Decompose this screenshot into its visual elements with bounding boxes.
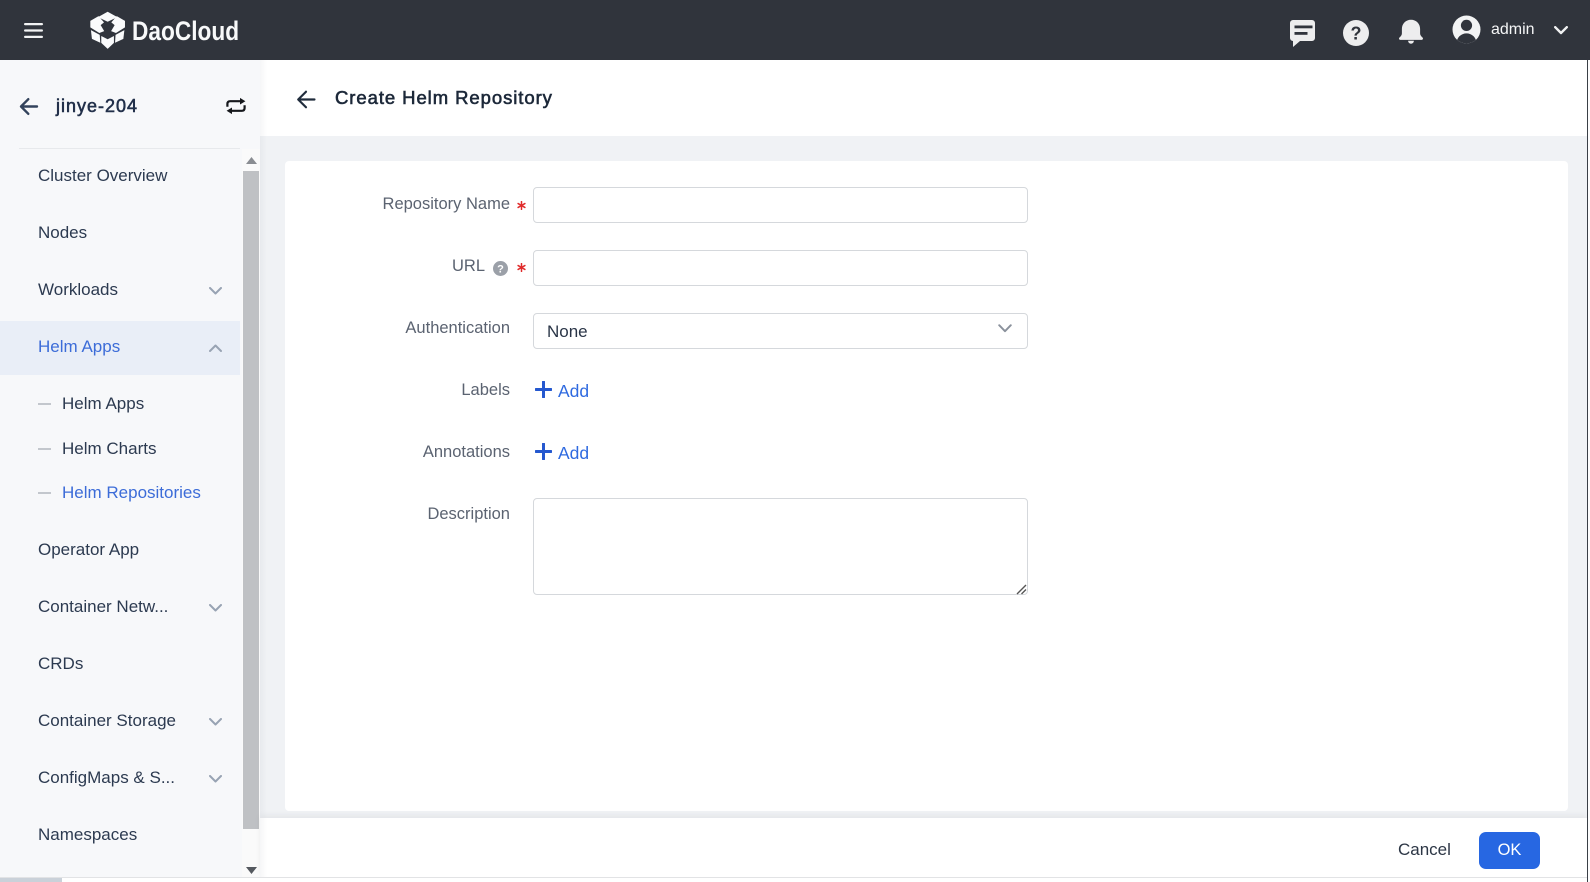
svg-text:?: ? — [1351, 24, 1362, 44]
svg-text:?: ? — [497, 263, 504, 275]
